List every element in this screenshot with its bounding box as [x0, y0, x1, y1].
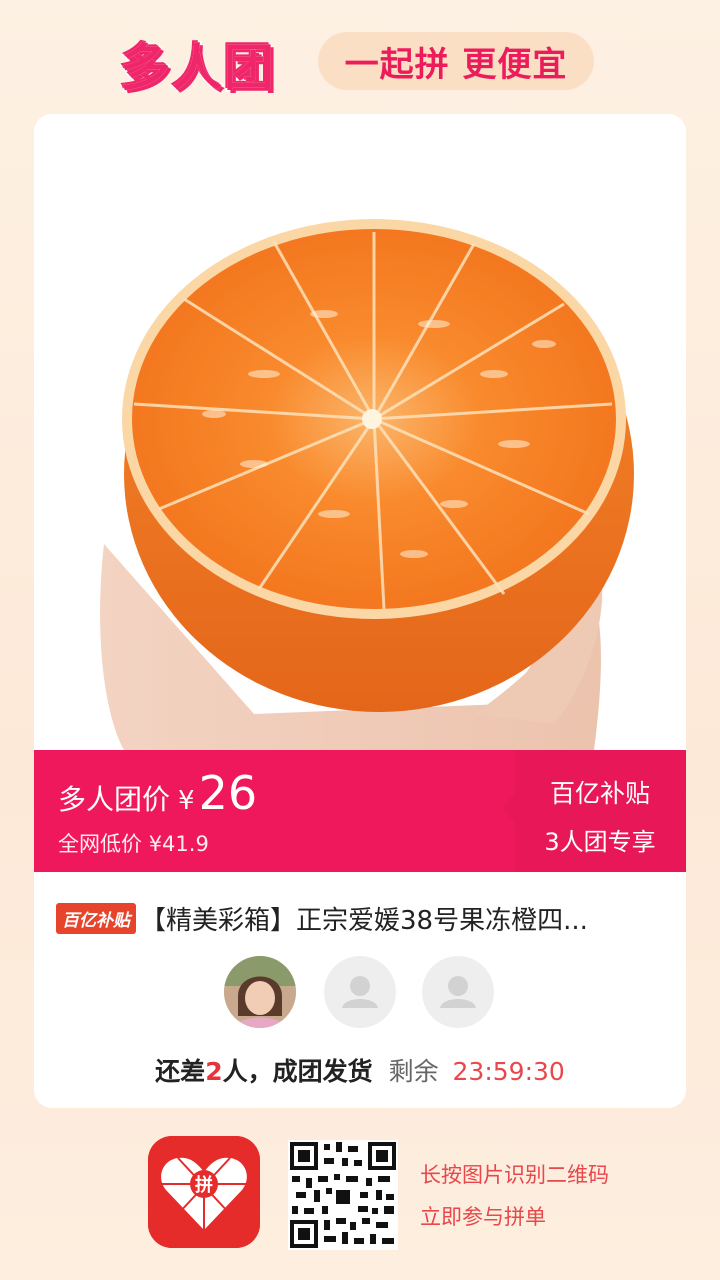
slogan-badge: 一起拼 更便宜	[318, 32, 594, 90]
orange-icon	[100, 219, 634, 750]
original-price: ¥41.9	[148, 832, 209, 856]
avatar-placeholder	[422, 956, 494, 1028]
qr-code[interactable]	[288, 1140, 398, 1250]
original-price-label: 全网低价	[58, 832, 142, 856]
price-band: 多人团价 ¥ 26 全网低价 ¥41.9 百亿补贴 3人团专享	[34, 750, 686, 872]
pinduoduo-logo-icon: 拼	[148, 1136, 260, 1248]
currency-symbol: ¥	[178, 786, 195, 816]
header: 多人团 一起拼 更便宜	[0, 22, 720, 102]
orange-photo[interactable]	[34, 114, 686, 750]
page-title: 多人团	[119, 38, 276, 99]
person-icon	[440, 976, 476, 1008]
subsidy-tag: 百亿补贴	[56, 903, 136, 934]
subsidy-label: 百亿补贴	[549, 779, 650, 808]
user-avatar-icon	[224, 956, 296, 1028]
group-members	[34, 956, 686, 1032]
countdown-timer: 23:59:30	[452, 1057, 565, 1086]
remaining-label: 剩余	[388, 1057, 439, 1086]
status-prefix: 还差	[155, 1057, 206, 1086]
remaining-count: 2	[205, 1057, 223, 1086]
group-status: 还差2人，成团发货 剩余 23:59:30	[34, 1052, 686, 1088]
exclusive-label: 3人团专享	[544, 828, 656, 856]
app-logo: 拼	[148, 1136, 260, 1248]
subsidy-panel: 百亿补贴 3人团专享	[502, 750, 686, 872]
group-price-label: 多人团价	[58, 783, 171, 816]
product-title[interactable]: 【精美彩箱】正宗爱媛38号果冻橙四...	[140, 900, 588, 937]
product-card[interactable]: 多人团价 ¥ 26 全网低价 ¥41.9 百亿补贴 3人团专享 百亿补贴 【精美…	[34, 114, 686, 1108]
product-title-row[interactable]: 百亿补贴 【精美彩箱】正宗爱媛38号果冻橙四...	[56, 900, 666, 937]
qr-hint-line1: 长按图片识别二维码	[420, 1163, 609, 1187]
avatar-placeholder	[324, 956, 396, 1028]
svg-text:拼: 拼	[195, 1174, 213, 1196]
qr-instructions: 长按图片识别二维码 立即参与拼单	[420, 1154, 609, 1238]
qr-hint-line2: 立即参与拼单	[420, 1205, 546, 1229]
status-suffix: 人，成团发货	[222, 1057, 373, 1086]
price-info: 多人团价 ¥ 26 全网低价 ¥41.9	[58, 770, 257, 858]
person-icon	[342, 976, 378, 1008]
group-price: 26	[198, 766, 258, 820]
avatar[interactable]	[224, 956, 296, 1028]
qr-code-icon	[288, 1140, 398, 1250]
